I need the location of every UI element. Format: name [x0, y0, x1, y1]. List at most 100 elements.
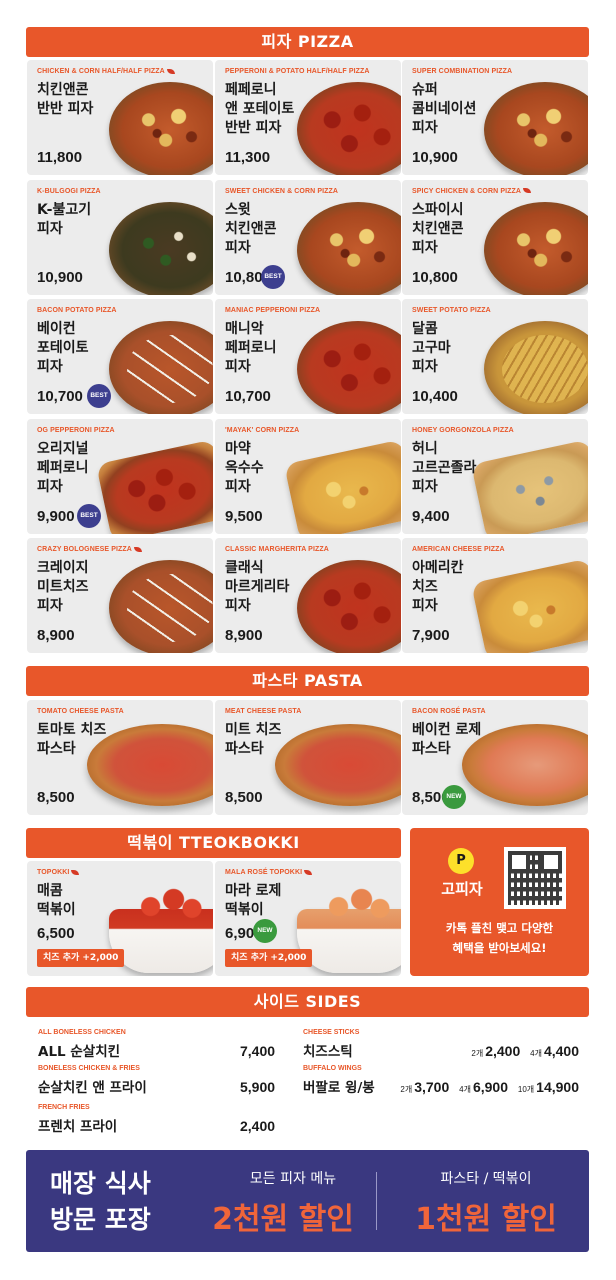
item-price: 6,500 [37, 925, 75, 942]
pizza-image [109, 321, 213, 414]
item-price: 10,900 [37, 268, 83, 286]
item-english-name: SWEET POTATO PIZZA [412, 307, 491, 314]
item-english-name: MANIAC PEPPERONI PIZZA [225, 307, 321, 314]
tteokbokki-card[interactable]: TOPOKKI 매콤 떡볶이 6,500 치즈 추가 +2,000 [27, 861, 213, 976]
item-price: 8,500 [37, 789, 75, 806]
pizza-card[interactable]: CHICKEN & CORN HALF/HALF PIZZA 치킨앤콘 반반 피자 1… [27, 60, 213, 175]
item-english-name: MALA ROSÉ TOPOKKI [225, 869, 313, 876]
chili-pepper-icon [166, 68, 175, 74]
side-item-cheese-sticks: CHEESE STICKS 치즈스틱 [303, 1029, 360, 1060]
pizza-card[interactable]: SWEET POTATO PIZZA 달콤 고구마 피자 10,400 [402, 299, 588, 414]
chili-pepper-icon [71, 869, 80, 875]
item-english-name: AMERICAN CHEESE PIZZA [412, 546, 505, 553]
pizza-card[interactable]: 'MAYAK' CORN PIZZA 마약 옥수수 피자 9,500 [215, 418, 401, 534]
pizza-image [283, 438, 401, 534]
item-english-name: CRAZY BOLOGNESE PIZZA [37, 546, 142, 553]
gopizza-logo-text: 고피자 [441, 880, 483, 898]
banner-divider [376, 1172, 377, 1230]
item-korean-name: 슈퍼 콤비네이션 피자 [412, 82, 477, 136]
pizza-card[interactable]: K-BULGOGI PIZZA K-불고기 피자 10,900 [27, 179, 213, 295]
chili-pepper-icon [304, 869, 313, 875]
tteokbokki-section-header: 떡볶이 TTEOKBOKKI [26, 828, 401, 858]
cheese-addon-label: 치즈 추가 +2,000 [225, 949, 313, 967]
pizza-card[interactable]: OG PEPPERONI PIZZA 오리지널 페퍼로니 피자 9,900 BEST [27, 418, 213, 534]
item-english-name: SPICY CHICKEN & CORN PIZZA [412, 188, 532, 195]
item-price: 8,900 [225, 627, 263, 644]
tteokbokki-card[interactable]: MALA ROSÉ TOPOKKI 마라 로제 떡볶이 6,900 치즈 추가 +2,0… [215, 861, 401, 976]
item-price: 10,400 [412, 388, 458, 405]
pizza-card[interactable]: MANIAC PEPPERONI PIZZA 매니악 페퍼로니 피자 10,700 [215, 299, 401, 414]
pizza-image [470, 438, 588, 534]
pizza-image [484, 201, 588, 295]
pizza-card[interactable]: PEPPERONI & POTATO HALF/HALF PIZZA 페페로니 앤 … [215, 60, 401, 175]
pizza-discount-subtitle: 모든 피자 메뉴 [249, 1171, 337, 1187]
item-english-name: 'MAYAK' CORN PIZZA [225, 426, 300, 434]
sides-section-header: 사이드 SIDES [26, 987, 589, 1017]
side-price-cheese-sticks: 2개 2,400 4개 4,400 [471, 1043, 579, 1059]
item-price: 11,800 [37, 149, 83, 166]
item-english-name: CHICKEN & CORN HALF/HALF PIZZA [37, 68, 175, 75]
pizza-card[interactable]: AMERICAN CHEESE PIZZA 아메리칸 치즈 피자 7,900 [402, 538, 588, 653]
item-english-name: SUPER COMBINATION PIZZA [412, 68, 513, 75]
item-price: 7,900 [412, 627, 450, 644]
pasta-card[interactable]: BACON ROSÉ PASTA 베이컨 로제 파스타 8,500 NEW [402, 700, 588, 815]
item-english-name: BACON POTATO PIZZA [37, 307, 117, 314]
best-badge: BEST [261, 264, 285, 289]
item-price: 11,300 [225, 149, 271, 166]
kakao-promo-box[interactable]: P 고피자 카톡 플친 맺고 다양한 혜택을 받아보세요! [410, 828, 589, 976]
pasta-discount-subtitle: 파스타 / 떡볶이 [440, 1171, 532, 1187]
item-price: 10,800 [412, 268, 458, 286]
item-korean-name: 마약 옥수수 피자 [225, 440, 264, 495]
item-korean-name: 토마토 치즈 파스타 [37, 722, 107, 757]
item-english-name: OG PEPPERONI PIZZA [37, 426, 115, 434]
item-price: 10,900 [412, 149, 458, 166]
pizza-image [484, 82, 588, 175]
tteokbokki-image [297, 885, 401, 973]
new-badge: NEW [442, 785, 466, 809]
item-english-name: K-BULGOGI PIZZA [37, 187, 101, 195]
qr-code-icon[interactable] [504, 847, 566, 909]
pizza-section-header: 피자 PIZZA [26, 27, 589, 57]
pizza-card[interactable]: BACON POTATO PIZZA 베이컨 포테이토 피자 10,700 BEST [27, 299, 213, 414]
pizza-card[interactable]: HONEY GORGONZOLA PIZZA 허니 고르곤졸라 피자 9,400 [402, 418, 588, 534]
discount-banner: 매장 식사 방문 포장 모든 피자 메뉴 2천원 할인 파스타 / 떡볶이 1천… [26, 1150, 589, 1252]
chili-pepper-icon [133, 546, 142, 552]
item-english-name: MEAT CHEESE PASTA [225, 708, 302, 715]
item-korean-name: 미트 치즈 파스타 [225, 722, 282, 757]
pizza-card[interactable]: SWEET CHICKEN & CORN PIZZA 스윗 치킨앤콘 피자 10,800… [215, 179, 401, 295]
side-item-boneless-chicken-fries: BONELESS CHICKEN & FRIES 순살치킨 앤 프라이 [38, 1065, 147, 1096]
item-english-name: CLASSIC MARGHERITA PIZZA [225, 546, 329, 553]
pizza-card[interactable]: SPICY CHICKEN & CORN PIZZA 스파이시 치킨앤콘 피자 10,8… [402, 179, 588, 295]
tteokbokki-image [109, 885, 213, 973]
pizza-image [297, 201, 401, 295]
best-badge: BEST [87, 384, 111, 408]
pizza-image [109, 82, 213, 175]
item-korean-name: 마라 로제 떡볶이 [225, 883, 282, 918]
item-korean-name: 치킨앤콘 반반 피자 [37, 82, 94, 117]
pasta-section-header: 파스타 PASTA [26, 666, 589, 696]
item-price: 9,400 [412, 507, 450, 525]
pizza-card[interactable]: SUPER COMBINATION PIZZA 슈퍼 콤비네이션 피자 10,900 [402, 60, 588, 175]
pizza-card[interactable]: CRAZY BOLOGNESE PIZZA 크레이지 미트치즈 피자 8,900 [27, 538, 213, 653]
side-item-buffalo-wings: BUFFALO WINGS 버팔로 윙/봉 [303, 1065, 375, 1096]
item-english-name: PEPPERONI & POTATO HALF/HALF PIZZA [225, 68, 370, 75]
pasta-discount-amount: 1천원 할인 [415, 1202, 557, 1237]
item-english-name: BACON ROSÉ PASTA [412, 708, 486, 715]
item-price: 9,500 [225, 507, 263, 525]
pizza-card[interactable]: CLASSIC MARGHERITA PIZZA 클래식 마르게리타 피자 8,900 [215, 538, 401, 653]
item-korean-name: 오리지널 페퍼로니 피자 [37, 440, 89, 495]
item-english-name: TOPOKKI [37, 869, 80, 876]
chili-pepper-icon [523, 188, 532, 194]
pizza-image [297, 321, 401, 414]
best-badge: BEST [77, 503, 101, 528]
pizza-image [484, 321, 588, 414]
item-korean-name: 허니 고르곤졸라 피자 [412, 440, 477, 495]
new-badge: NEW [253, 919, 277, 943]
side-price-buffalo-wings: 2개 3,700 4개 6,900 10개 14,900 [400, 1079, 579, 1095]
pasta-card[interactable]: TOMATO CHEESE PASTA 토마토 치즈 파스타 8,500 [27, 700, 213, 815]
pasta-card[interactable]: MEAT CHEESE PASTA 미트 치즈 파스타 8,500 [215, 700, 401, 815]
cheese-addon-label: 치즈 추가 +2,000 [37, 949, 125, 967]
item-price: 8,500 [225, 789, 263, 806]
item-price: 10,700 [37, 388, 83, 405]
side-price: 7,400 [240, 1043, 276, 1059]
